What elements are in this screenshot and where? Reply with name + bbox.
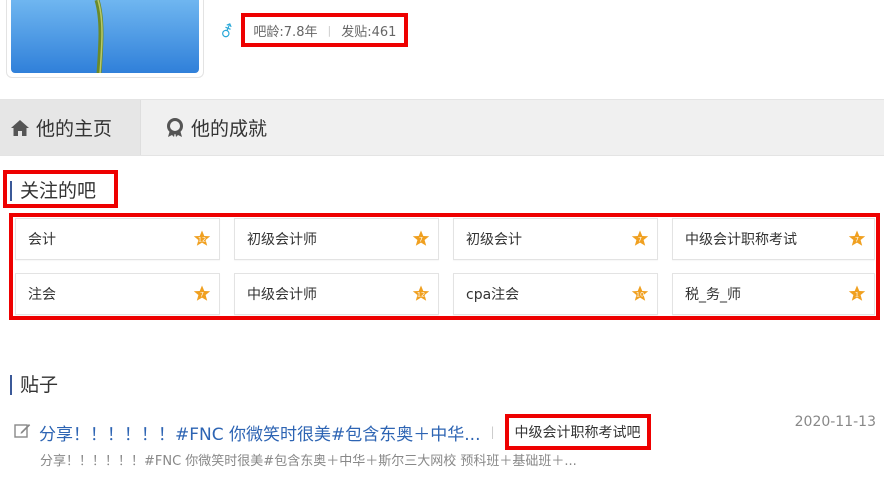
profile-tabs: 他的主页 他的成就 — [0, 99, 884, 156]
forum-card[interactable]: 初级会计 7 — [453, 218, 658, 260]
forum-name: 税_务_师 — [685, 287, 741, 303]
forum-card[interactable]: 注会 7 — [15, 273, 220, 315]
level-badge-number: 7 — [638, 236, 642, 244]
avatar-frame — [6, 0, 204, 78]
post-count: 发贴:461 — [341, 24, 397, 40]
level-badge-icon: 10 — [631, 285, 649, 303]
tab-home-label: 他的主页 — [36, 118, 113, 140]
level-badge-icon: 7 — [193, 285, 211, 303]
forum-name: cpa注会 — [466, 287, 520, 303]
level-badge-number: 1 — [855, 291, 859, 299]
tab-achievements[interactable]: 他的成就 — [155, 100, 277, 155]
post-title-link[interactable]: 分享！！！！！！#FNC 你微笑时很美#包含东奥＋中华... — [39, 420, 480, 445]
level-badge-icon: 12 — [412, 285, 430, 303]
forum-name: 初级会计师 — [247, 232, 317, 248]
profile-stats-highlight: 吧龄:7.8年 | 发贴:461 — [241, 13, 409, 47]
posts-section-title: 贴子 — [10, 375, 58, 395]
avatar[interactable] — [11, 0, 199, 73]
post-date: 2020-11-13 — [794, 414, 876, 430]
medal-icon — [165, 117, 185, 138]
level-badge-number: 12 — [417, 291, 425, 299]
profile-meta: ⚦ 吧龄:7.8年 | 发贴:461 — [220, 13, 409, 48]
account-age: 吧龄:7.8年 — [253, 24, 318, 40]
forum-name: 会计 — [28, 232, 56, 248]
forum-card[interactable]: cpa注会 10 — [453, 273, 658, 315]
post-forum-link[interactable]: 中级会计职称考试吧 — [504, 414, 651, 450]
home-icon — [10, 119, 30, 137]
post-separator: | — [490, 425, 495, 439]
forum-card[interactable]: 初级会计师 7 — [234, 218, 439, 260]
forum-name: 初级会计 — [466, 232, 522, 248]
level-badge-icon: 1 — [848, 285, 866, 303]
forum-card[interactable]: 中级会计师 12 — [234, 273, 439, 315]
level-badge-number: 7 — [855, 236, 859, 244]
level-badge-icon: 7 — [412, 230, 430, 248]
followed-section-title: 关注的吧 — [10, 181, 96, 201]
level-badge-number: 10 — [636, 291, 644, 299]
level-badge-number: 7 — [200, 291, 204, 299]
level-badge-icon: 7 — [631, 230, 649, 248]
post-excerpt: 分享！！！！！！#FNC 你微笑时很美#包含东奥＋中华＋斯尔三大网校 预科班＋基… — [40, 454, 577, 469]
stats-separator: | — [327, 23, 332, 37]
edit-icon — [14, 422, 31, 443]
forum-name: 中级会计职称考试 — [685, 232, 797, 248]
forum-card[interactable]: 中级会计职称考试 7 — [672, 218, 875, 260]
post-item: 分享！！！！！！#FNC 你微笑时很美#包含东奥＋中华... | 中级会计职称考… — [14, 414, 651, 450]
forum-name: 中级会计师 — [247, 287, 317, 303]
level-badge-number: 7 — [419, 236, 423, 244]
forum-card[interactable]: 会计 12 — [15, 218, 220, 260]
tab-home[interactable]: 他的主页 — [0, 100, 141, 155]
forum-card[interactable]: 税_务_师 1 — [672, 273, 875, 315]
forum-name: 注会 — [28, 287, 56, 303]
level-badge-icon: 12 — [193, 230, 211, 248]
level-badge-number: 12 — [198, 236, 206, 244]
male-female-icon: ⚦ — [220, 21, 234, 41]
avatar-image — [11, 0, 199, 73]
tab-achievements-label: 他的成就 — [191, 118, 268, 140]
level-badge-icon: 7 — [848, 230, 866, 248]
